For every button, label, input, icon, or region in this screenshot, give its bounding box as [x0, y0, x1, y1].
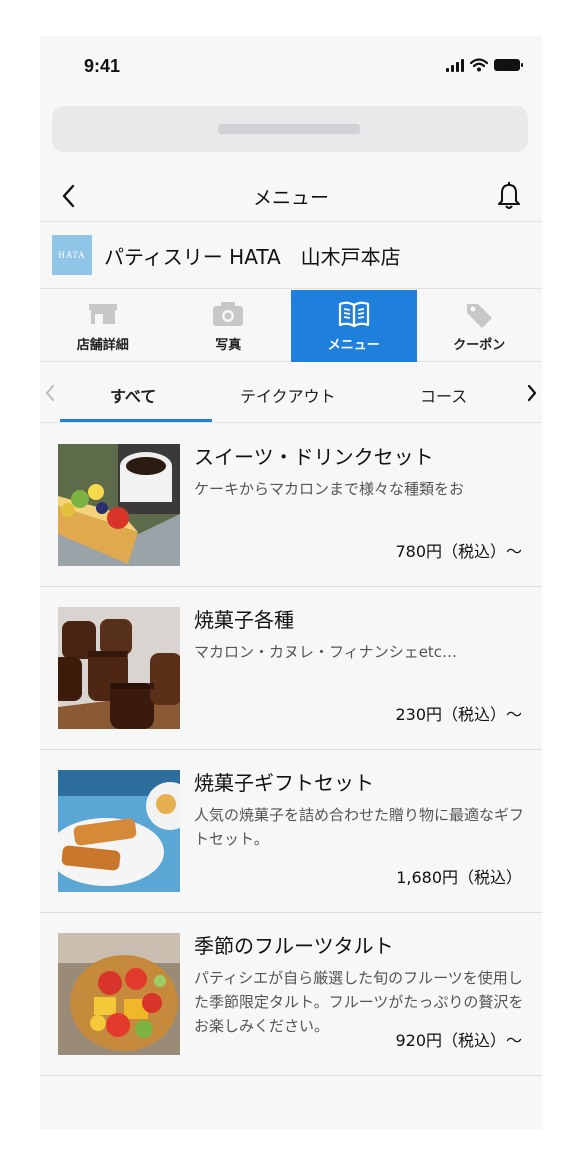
signal-icon — [446, 58, 464, 72]
menu-book-icon — [338, 301, 369, 328]
chevron-left-icon[interactable] — [44, 383, 56, 403]
status-time: 9:41 — [84, 56, 121, 76]
item-price: 1,680円（税込） — [396, 868, 522, 887]
tab-label: メニュー — [327, 338, 380, 353]
address-placeholder-bar — [218, 124, 360, 134]
shop-name: パティスリー HATA 山木戸本店 — [104, 245, 401, 269]
item-price: 920円（税込）～ — [395, 1031, 522, 1050]
subtab-all[interactable]: すべて — [110, 383, 156, 407]
status-bar: 9:41 — [40, 36, 542, 100]
tab-label: 店舗詳細 — [76, 338, 129, 353]
shop-bar: HATA パティスリー HATA 山木戸本店 — [40, 223, 542, 289]
item-title: 焼菓子ギフトセット — [194, 771, 374, 795]
wifi-icon — [470, 58, 488, 72]
tab-photos[interactable]: 写真 — [166, 290, 292, 362]
tab-label: クーポン — [453, 338, 506, 353]
camera-icon — [213, 302, 244, 326]
item-description: マカロン・カヌレ・フィナンシェetc… — [194, 643, 458, 661]
page-header: メニュー — [40, 170, 542, 222]
subtab-takeout[interactable]: テイクアウト — [240, 383, 336, 407]
battery-icon — [494, 59, 523, 71]
shop-logo: HATA — [52, 235, 92, 275]
cake-drink-photo — [58, 444, 180, 566]
tag-icon — [467, 304, 493, 328]
active-subtab-indicator — [60, 419, 212, 422]
page-title: メニュー — [252, 187, 329, 209]
browser-address-bar[interactable] — [52, 106, 528, 152]
list-item[interactable]: スイーツ・ドリンクセット ケーキからマカロンまで様々な種類をお 780円（税込）… — [40, 424, 542, 587]
menu-list: スイーツ・ドリンクセット ケーキからマカロンまで様々な種類をお 780円（税込）… — [40, 424, 542, 1076]
status-icons — [446, 58, 523, 72]
list-item[interactable]: 焼菓子各種 マカロン・カヌレ・フィナンシェetc… 230円（税込）～ — [40, 587, 542, 750]
item-description: 人気の焼菓子を詰め合わせた贈り物に最適なギフトセット。 — [194, 806, 525, 848]
chevron-right-icon[interactable] — [526, 383, 538, 403]
item-description: ケーキからマカロンまで様々な種類をお — [194, 480, 465, 498]
subtab-course[interactable]: コース — [420, 383, 467, 407]
item-title: スイーツ・ドリンクセット — [194, 445, 434, 469]
tab-label: 写真 — [215, 338, 242, 353]
item-title: 季節のフルーツタルト — [194, 934, 394, 958]
category-tabs: すべて テイクアウト コース — [40, 363, 542, 423]
phone-screen: 9:41 メニュー HATA パティスリー HATA 山木戸本店 店舗詳細 写真… — [40, 36, 542, 1130]
list-item[interactable]: 季節のフルーツタルト パティシエが自ら厳選した旬のフルーツを使用した季節限定タル… — [40, 913, 542, 1076]
item-price: 780円（税込）～ — [395, 542, 522, 561]
item-title: 焼菓子各種 — [194, 608, 294, 632]
baked-gift-photo — [58, 770, 180, 892]
fruit-tart-photo — [58, 933, 180, 1055]
tab-menu[interactable]: メニュー — [291, 290, 417, 362]
store-icon — [88, 304, 117, 324]
shop-tabs: 店舗詳細 写真 メニュー クーポン — [40, 290, 542, 362]
list-item[interactable]: 焼菓子ギフトセット 人気の焼菓子を詰め合わせた贈り物に最適なギフトセット。 1,… — [40, 750, 542, 913]
tab-store-details[interactable]: 店舗詳細 — [40, 290, 166, 362]
tab-coupons[interactable]: クーポン — [417, 290, 543, 362]
bell-icon[interactable] — [494, 179, 524, 211]
canele-photo — [58, 607, 180, 729]
item-price: 230円（税込）～ — [395, 705, 522, 724]
